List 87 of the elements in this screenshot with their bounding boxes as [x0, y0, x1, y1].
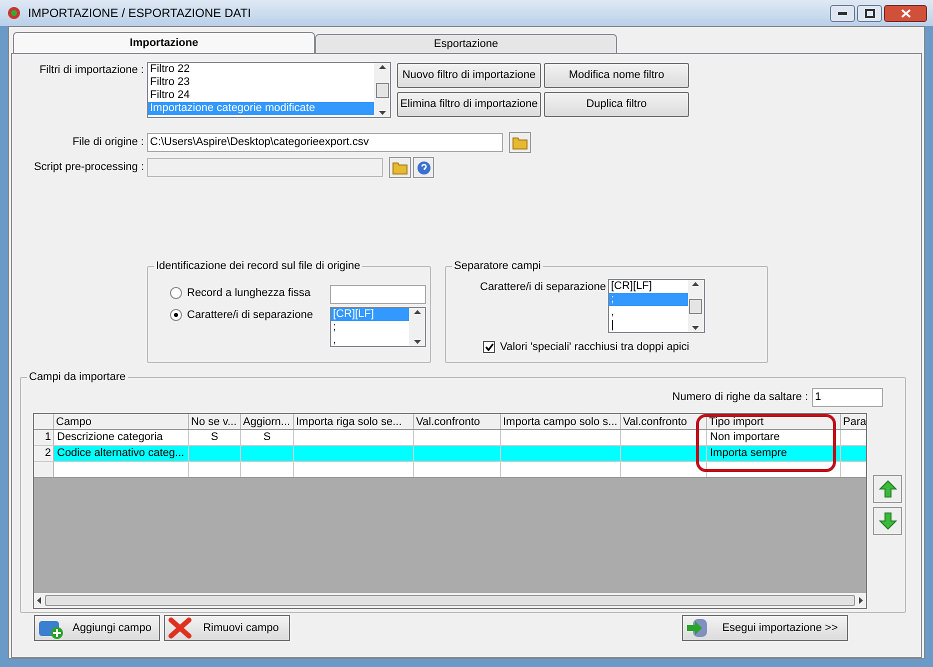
- up-arrow-icon: [878, 480, 896, 498]
- column-header[interactable]: Campo: [54, 414, 189, 429]
- down-arrow-icon: [878, 512, 896, 530]
- list-box[interactable]: Filtro 22 Filtro 23 Filtro 24 Importazione categorie modificate: [147, 62, 391, 118]
- up-arrow-icon: [414, 310, 420, 314]
- group-title: Campi da importare: [27, 370, 128, 384]
- radio-button[interactable]: [170, 287, 182, 299]
- radio-label: Record a lunghezza fissa: [187, 286, 312, 301]
- row-number: 2: [34, 446, 54, 461]
- move-down-button[interactable]: [873, 507, 902, 535]
- length-field[interactable]: [330, 285, 426, 304]
- list-item[interactable]: ,: [331, 334, 409, 346]
- right-arrow-icon: [859, 597, 863, 604]
- up-arrow-icon: [378, 65, 386, 69]
- scrollbar[interactable]: [688, 280, 704, 332]
- filter-button[interactable]: Duplica filtro: [544, 92, 689, 117]
- left-arrow-icon: [37, 597, 41, 604]
- minimize-button[interactable]: [830, 4, 855, 22]
- folder-icon: [392, 160, 408, 174]
- action-button[interactable]: Rimuovi campo: [164, 615, 290, 641]
- list-item[interactable]: |: [608, 319, 688, 332]
- table-cell: Descrizione categoria: [54, 430, 189, 445]
- column-header[interactable]: Val.confronto: [621, 414, 707, 429]
- close-icon: [900, 8, 910, 18]
- checkbox[interactable]: [483, 341, 495, 354]
- radio-button[interactable]: [170, 309, 182, 321]
- table-row[interactable]: 2 Codice alternativo categ... Importa sempre: [34, 446, 866, 462]
- field-label: Script pre-processing :: [32, 160, 145, 176]
- action-button[interactable]: Esegui importazione >>: [682, 615, 848, 641]
- list-item[interactable]: Filtro 24: [148, 89, 374, 102]
- field-label: File di origine :: [71, 135, 145, 150]
- restore-icon: [864, 8, 874, 18]
- list-item[interactable]: ;: [331, 321, 409, 334]
- window-title: IMPORTAZIONE / ESPORTAZIONE DATI: [28, 5, 252, 22]
- scrollbar[interactable]: [374, 63, 390, 117]
- checkbox-label: Valori 'speciali' racchiusi tra doppi apici: [500, 340, 690, 355]
- cross-icon: [168, 617, 192, 639]
- column-header[interactable]: Tipo import: [707, 414, 841, 429]
- list-box[interactable]: [CR][LF] ; , |: [608, 279, 705, 333]
- field-label: Numero di righe da saltare :: [672, 390, 808, 406]
- filter-button[interactable]: Nuovo filtro di importazione: [397, 63, 541, 88]
- scrollbar[interactable]: [409, 308, 425, 346]
- file-path-field[interactable]: C:\Users\Aspire\Desktop\categorieexport.csv: [147, 133, 503, 152]
- skip-rows-field[interactable]: 1: [812, 388, 883, 407]
- group-title: Separatore campi: [452, 259, 543, 273]
- help-icon: [416, 160, 430, 174]
- column-header[interactable]: No se v...: [189, 414, 241, 429]
- maximize-button[interactable]: [857, 4, 882, 22]
- list-item[interactable]: [CR][LF]: [608, 280, 688, 293]
- script-field[interactable]: [147, 158, 383, 177]
- field-label: Filtri di importazione :: [38, 63, 145, 78]
- column-header[interactable]: Val.confronto: [414, 414, 501, 429]
- browse-button[interactable]: [509, 132, 531, 153]
- close-button[interactable]: [884, 4, 927, 22]
- radio-label: Carattere/i di separazione: [187, 308, 314, 323]
- list-item[interactable]: Filtro 23: [148, 76, 374, 89]
- tab[interactable]: Importazione: [13, 32, 315, 53]
- row-number: 1: [34, 430, 54, 445]
- field-label: Carattere/i di separazione: [480, 280, 607, 295]
- browse-button[interactable]: [389, 157, 411, 178]
- table-row[interactable]: 1 Descrizione categoria S S Non importare: [34, 430, 866, 446]
- table-cell: Non importare: [707, 430, 841, 445]
- column-header[interactable]: Aggiorn...: [241, 414, 294, 429]
- action-button[interactable]: Aggiungi campo: [34, 615, 160, 641]
- list-item[interactable]: ,: [608, 306, 688, 319]
- table-cell: Codice alternativo categ...: [54, 446, 189, 461]
- down-arrow-icon: [378, 111, 386, 115]
- table-cell: S: [189, 430, 241, 445]
- list-box[interactable]: [CR][LF] ; ,: [330, 307, 426, 347]
- app-icon: [6, 5, 22, 21]
- down-arrow-icon: [692, 326, 700, 330]
- group-title: Identificazione dei record sul file di origine: [154, 259, 362, 273]
- column-header[interactable]: Importa campo solo s...: [501, 414, 621, 429]
- move-up-button[interactable]: [873, 475, 902, 503]
- folder-icon: [512, 136, 528, 150]
- column-header[interactable]: Para: [841, 414, 866, 429]
- filter-button[interactable]: Modifica nome filtro: [544, 63, 689, 88]
- column-header[interactable]: Importa riga solo se...: [294, 414, 414, 429]
- minimize-icon: [838, 12, 847, 14]
- help-button[interactable]: [413, 157, 434, 178]
- down-arrow-icon: [414, 340, 420, 344]
- tab[interactable]: Esportazione: [315, 34, 617, 53]
- filter-button[interactable]: Elimina filtro di importazione: [397, 92, 541, 117]
- table-cell: S: [241, 430, 294, 445]
- list-item[interactable]: Filtro 22: [148, 63, 374, 76]
- up-arrow-icon: [692, 282, 700, 286]
- table-cell: Importa sempre: [707, 446, 841, 461]
